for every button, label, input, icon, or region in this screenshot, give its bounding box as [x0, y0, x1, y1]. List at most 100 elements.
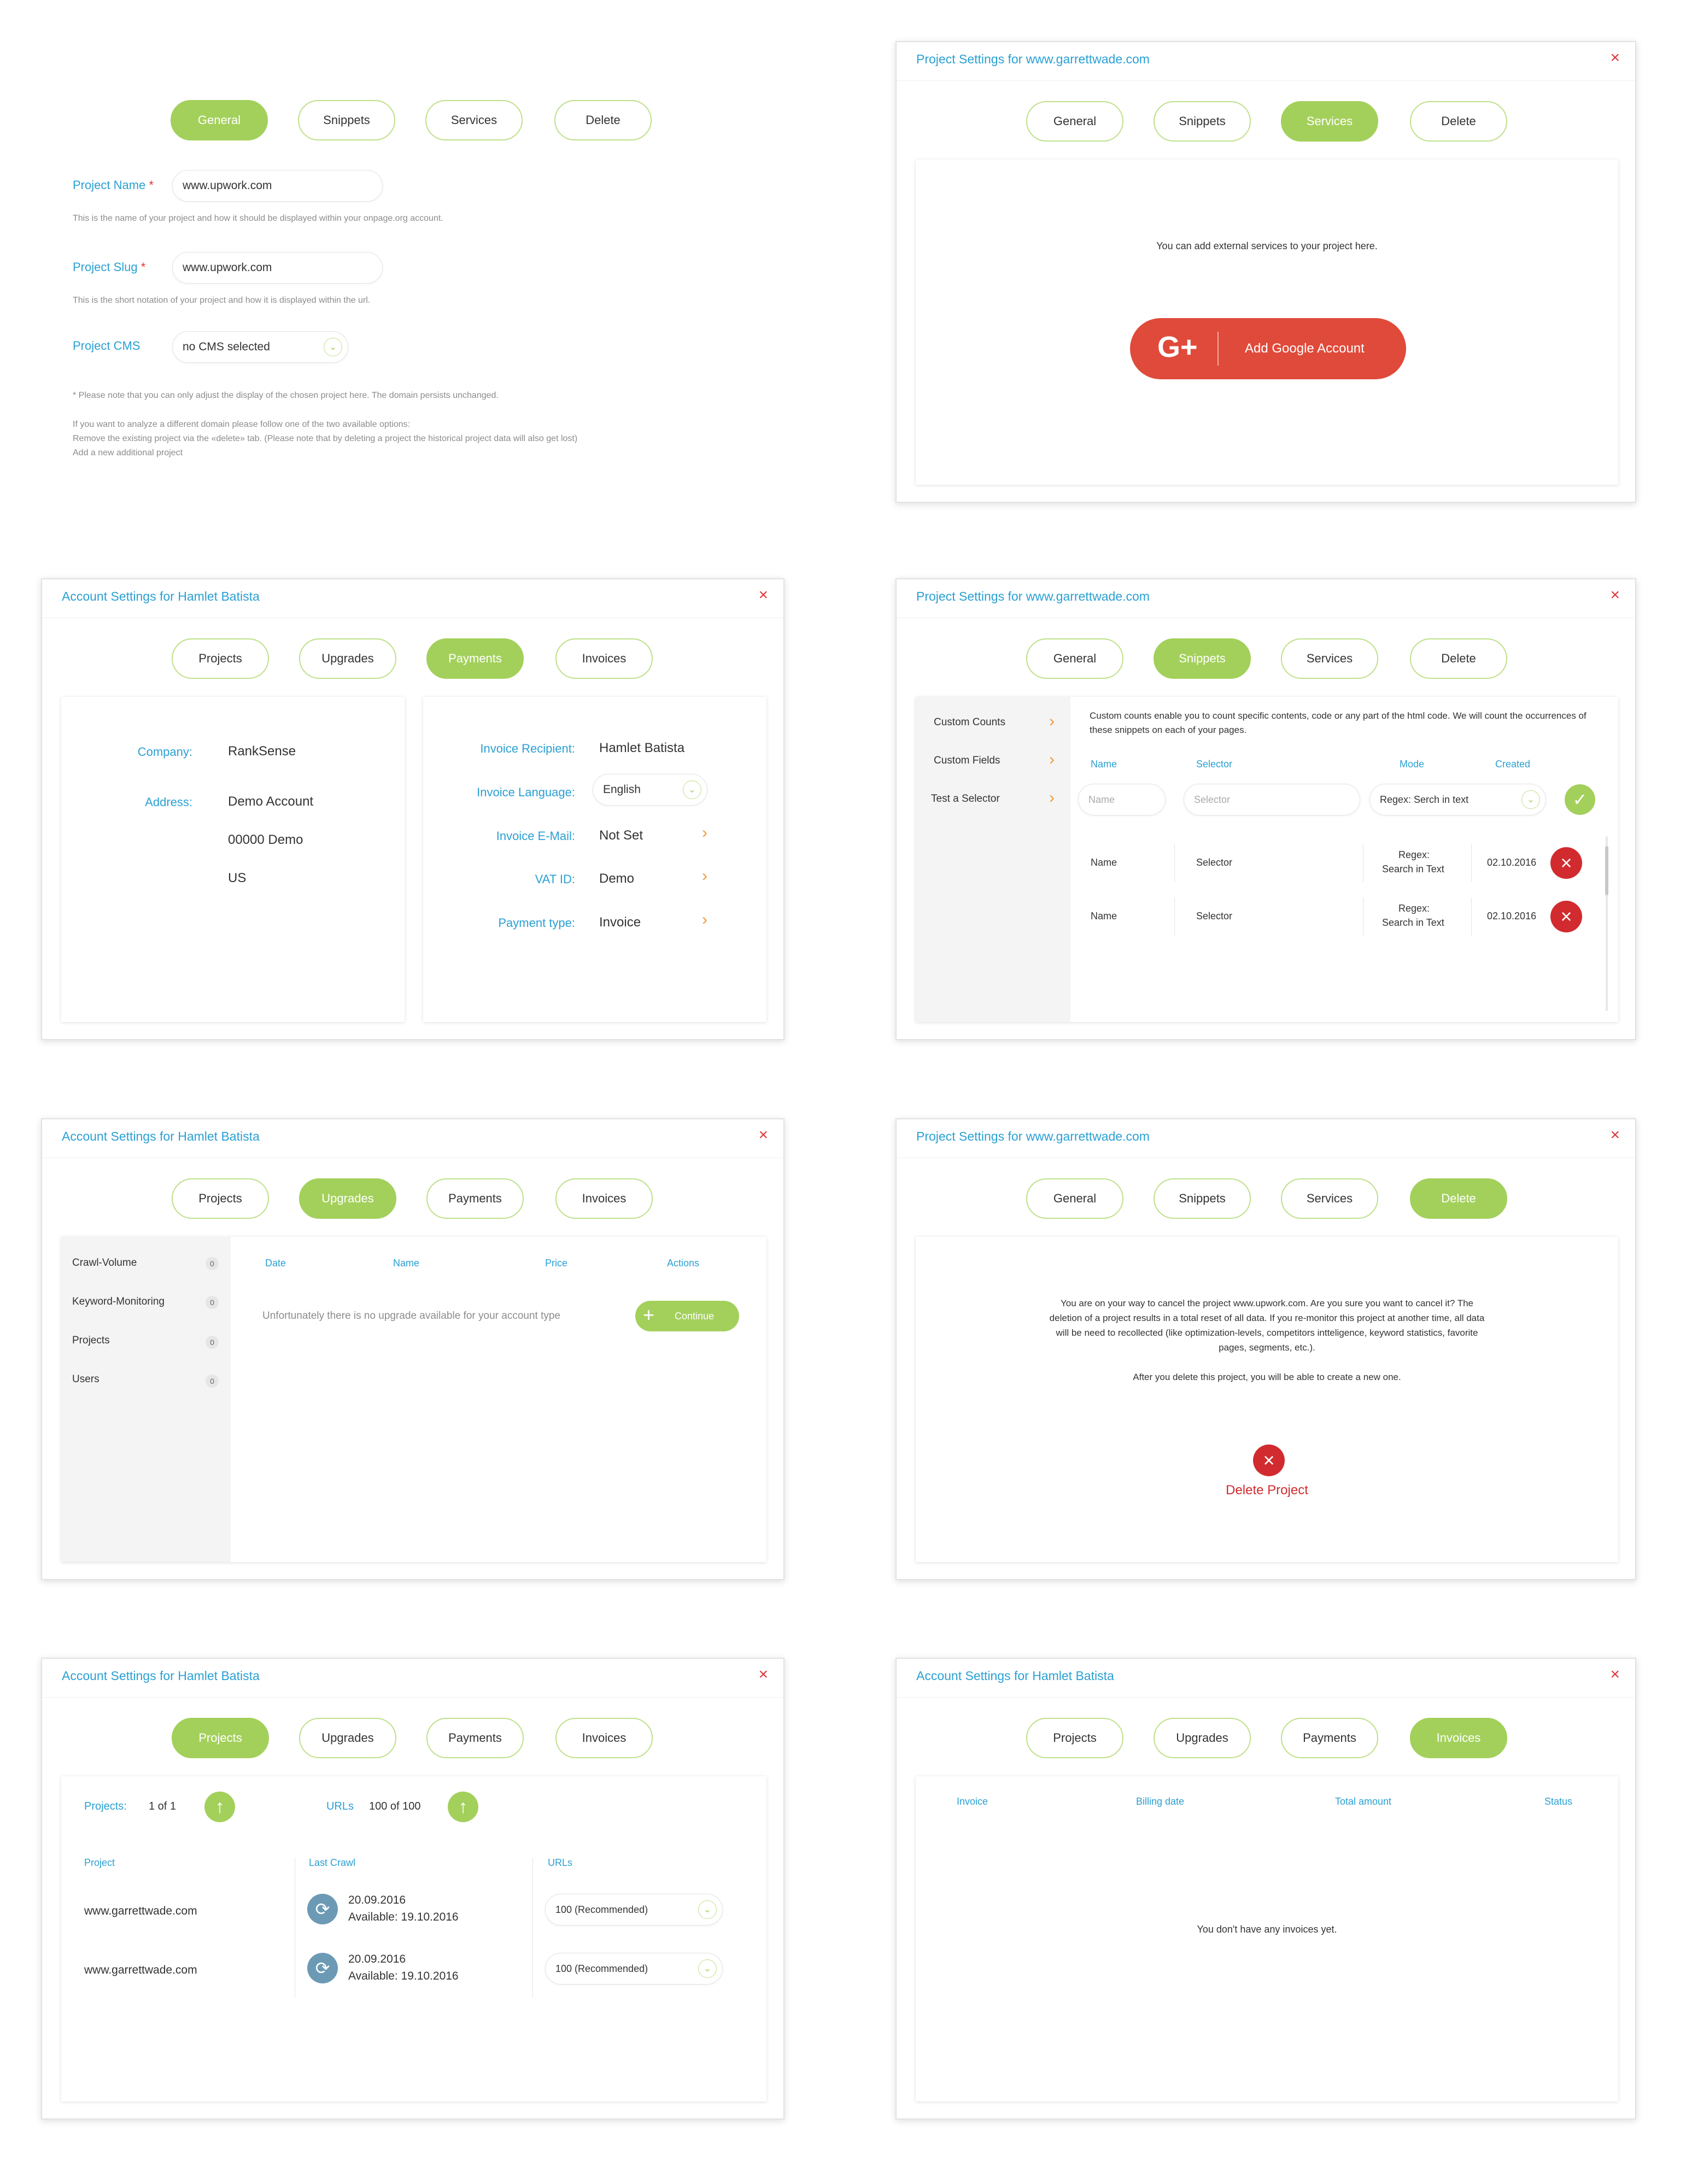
tab-payments[interactable]: Payments [426, 1178, 524, 1219]
invoice-language-select[interactable]: English ⌄ [593, 774, 707, 806]
tab-services[interactable]: Services [1281, 638, 1378, 679]
sidebar-item-keyword-monitoring[interactable]: Keyword-Monitoring [72, 1296, 165, 1308]
chevron-right-icon[interactable]: › [702, 824, 707, 842]
close-icon[interactable]: × [758, 586, 768, 604]
project-name-input[interactable]: www.upwork.com [172, 170, 383, 202]
col-urls: URLs [548, 1857, 573, 1868]
tab-payments[interactable]: Payments [426, 1718, 524, 1758]
tab-upgrades[interactable]: Upgrades [299, 638, 396, 679]
delete-snippet-button[interactable]: × [1550, 847, 1582, 879]
close-icon[interactable]: × [1610, 49, 1620, 67]
tab-general[interactable]: General [171, 100, 268, 140]
project-tabs: General Snippets Services Delete [897, 638, 1635, 679]
warning-line: will be need to recollected (like optimi… [1056, 1328, 1478, 1338]
tab-services[interactable]: Services [425, 100, 523, 140]
snippet-selector-input[interactable]: Selector [1184, 784, 1360, 815]
title-divider [42, 1697, 783, 1698]
snippets-card: Custom Counts › Custom Fields › Test a S… [916, 697, 1618, 1022]
tab-upgrades[interactable]: Upgrades [299, 1178, 396, 1219]
tab-general[interactable]: General [1026, 638, 1123, 679]
close-icon[interactable]: × [758, 1665, 768, 1684]
title-divider [897, 1697, 1635, 1698]
tab-projects[interactable]: Projects [172, 638, 269, 679]
tab-projects[interactable]: Projects [172, 1178, 269, 1219]
urls-select[interactable]: 100 (Recommended) ⌄ [545, 1894, 723, 1925]
delete-project-button[interactable]: Delete Project [916, 1483, 1618, 1498]
col-status: Status [1544, 1796, 1573, 1807]
sidebar-item-custom-counts[interactable]: Custom Counts [934, 717, 1005, 729]
row-mode-1: Regex: [1398, 903, 1430, 914]
row-created: 02.10.2016 [1487, 911, 1537, 921]
tab-snippets[interactable]: Snippets [298, 100, 395, 140]
confirm-snippet-button[interactable]: ✓ [1565, 784, 1595, 815]
col-created: Created [1495, 759, 1531, 770]
row-crawl-date: 20.09.2016 [348, 1953, 406, 1965]
add-google-account-button[interactable]: G+ Add Google Account [1130, 318, 1406, 379]
tab-payments[interactable]: Payments [1281, 1718, 1378, 1758]
tab-delete[interactable]: Delete [1410, 101, 1507, 142]
upgrades-card: Crawl-Volume 0 Keyword-Monitoring 0 Proj… [61, 1237, 766, 1562]
tab-invoices[interactable]: Invoices [555, 1178, 653, 1219]
urls-select[interactable]: 100 (Recommended) ⌄ [545, 1953, 723, 1985]
tab-invoices[interactable]: Invoices [555, 1718, 653, 1758]
close-icon[interactable]: × [1610, 1665, 1620, 1684]
tab-snippets[interactable]: Snippets [1154, 638, 1251, 679]
project-tabs: General Snippets Services Delete [897, 101, 1635, 142]
tab-upgrades[interactable]: Upgrades [1154, 1718, 1251, 1758]
tab-invoices[interactable]: Invoices [555, 638, 653, 679]
upgrade-urls-button[interactable]: ↑ [448, 1792, 478, 1822]
sidebar-item-users[interactable]: Users [72, 1373, 99, 1385]
tab-upgrades[interactable]: Upgrades [299, 1718, 396, 1758]
chevron-down-icon: ⌄ [683, 780, 701, 799]
payments-panel: Account Settings for Hamlet Batista × Pr… [41, 578, 785, 1040]
scrollbar-track[interactable] [1605, 836, 1608, 1011]
chevron-right-icon[interactable]: › [702, 867, 707, 885]
project-slug-input[interactable]: www.upwork.com [172, 252, 383, 284]
sync-icon[interactable]: ⟳ [307, 1953, 338, 1983]
project-slug-help: This is the short notation of your proje… [73, 296, 371, 305]
tab-services[interactable]: Services [1281, 1178, 1378, 1219]
tab-projects[interactable]: Projects [1026, 1718, 1123, 1758]
title-divider [897, 80, 1635, 81]
project-cms-select[interactable]: no CMS selected ⌄ [172, 331, 348, 363]
tab-delete[interactable]: Delete [1410, 1178, 1507, 1219]
urls-count-value: 100 of 100 [369, 1800, 421, 1812]
row-name: Name [1091, 911, 1117, 921]
account-tabs: Projects Upgrades Payments Invoices [42, 1718, 783, 1758]
tab-snippets[interactable]: Snippets [1154, 1178, 1251, 1219]
tab-general[interactable]: General [1026, 101, 1123, 142]
tab-projects[interactable]: Projects [172, 1718, 269, 1758]
sidebar-item-projects[interactable]: Projects [72, 1335, 110, 1347]
sidebar-item-test-selector[interactable]: Test a Selector [931, 793, 1000, 805]
sidebar-item-crawl-volume[interactable]: Crawl-Volume [72, 1257, 137, 1269]
close-icon[interactable]: × [758, 1126, 768, 1144]
tab-delete[interactable]: Delete [1410, 638, 1507, 679]
sync-icon[interactable]: ⟳ [307, 1894, 338, 1924]
close-icon[interactable]: × [1610, 586, 1620, 604]
delete-project-icon[interactable]: × [1253, 1445, 1285, 1476]
payment-type-value: Invoice [599, 915, 641, 930]
chevron-right-icon[interactable]: › [702, 911, 707, 929]
tab-invoices[interactable]: Invoices [1410, 1718, 1507, 1758]
scrollbar-thumb[interactable] [1605, 846, 1608, 895]
row-available: Available: 19.10.2016 [348, 1911, 459, 1923]
tab-snippets[interactable]: Snippets [1154, 101, 1251, 142]
snippet-name-input[interactable]: Name [1078, 784, 1166, 815]
row-name: Name [1091, 857, 1117, 868]
tab-general[interactable]: General [1026, 1178, 1123, 1219]
tab-delete[interactable]: Delete [554, 100, 652, 140]
urls-count-label: URLs [326, 1800, 354, 1812]
account-tabs: Projects Upgrades Payments Invoices [42, 1178, 783, 1219]
snippet-mode-select[interactable]: Regex: Serch in text ⌄ [1369, 784, 1546, 815]
tab-services[interactable]: Services [1281, 101, 1378, 142]
close-icon[interactable]: × [1610, 1126, 1620, 1144]
count-badge: 0 [206, 1257, 219, 1270]
delete-snippet-button[interactable]: × [1550, 901, 1582, 932]
tab-payments[interactable]: Payments [426, 638, 524, 679]
row-available: Available: 19.10.2016 [348, 1970, 459, 1982]
continue-button[interactable]: + Continue [635, 1301, 739, 1331]
snippets-intro: Custom counts enable you to count specif… [1090, 711, 1587, 735]
services-panel: Project Settings for www.garrettwade.com… [895, 41, 1636, 503]
sidebar-item-custom-fields[interactable]: Custom Fields [934, 755, 1000, 767]
upgrade-projects-button[interactable]: ↑ [204, 1792, 235, 1822]
